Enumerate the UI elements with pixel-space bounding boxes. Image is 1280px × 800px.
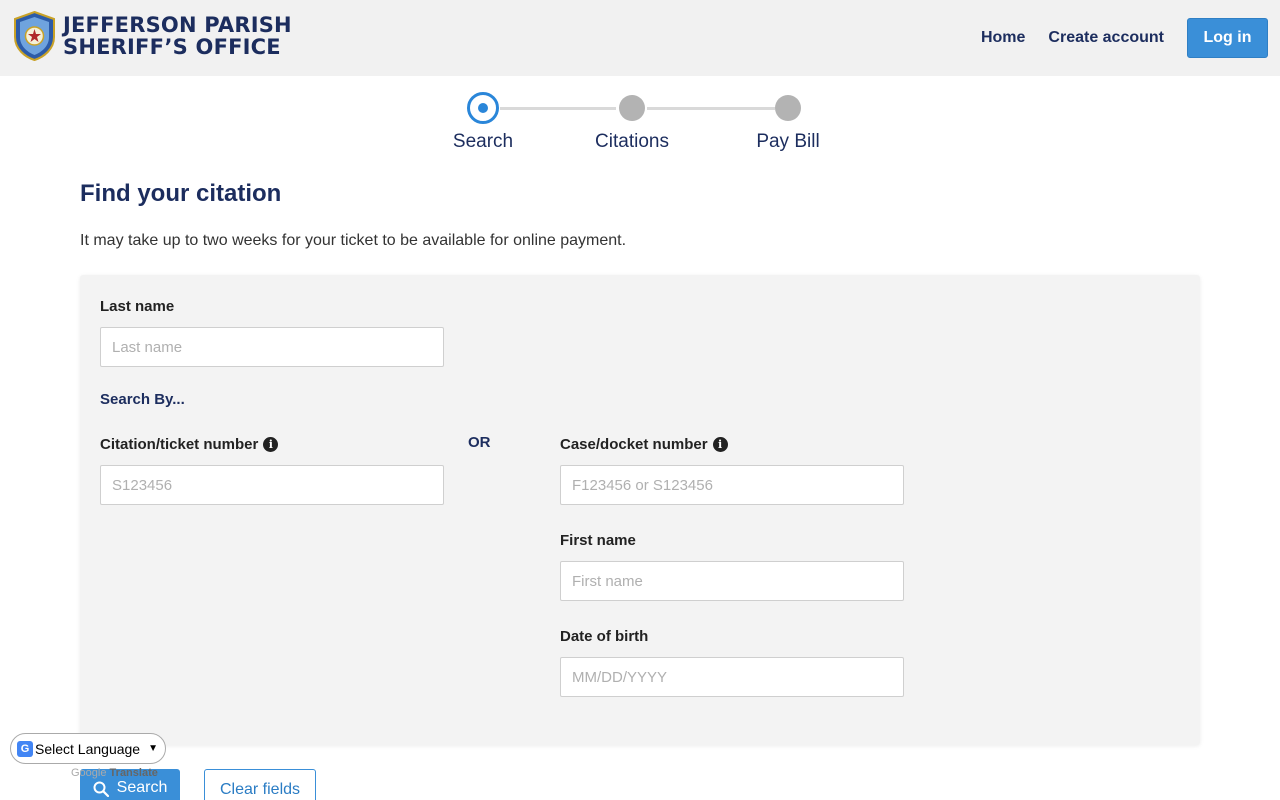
- case-number-label-text: Case/docket number: [560, 436, 708, 453]
- chevron-down-icon: ▼: [148, 743, 158, 754]
- search-button-label: Search: [116, 779, 168, 796]
- last-name-label: Last name: [100, 298, 175, 315]
- step-connector: [647, 107, 775, 110]
- step-citations-indicator: [619, 95, 645, 121]
- language-select-value: Select Language: [35, 740, 141, 757]
- brand-line-2: SHERIFF’S OFFICE: [63, 35, 281, 59]
- step-citations-label: Citations: [595, 131, 669, 152]
- clear-fields-button[interactable]: Clear fields: [204, 769, 316, 800]
- search-icon: [93, 781, 109, 797]
- case-number-input[interactable]: [560, 465, 904, 505]
- dob-input[interactable]: [560, 657, 904, 697]
- step-pay-bill-label: Pay Bill: [756, 131, 820, 152]
- step-connector: [500, 107, 616, 110]
- case-number-label: Case/docket number i: [560, 436, 728, 453]
- nav-create-account-link[interactable]: Create account: [1048, 29, 1164, 47]
- dob-label: Date of birth: [560, 628, 649, 645]
- or-separator: OR: [468, 434, 491, 451]
- google-g-icon: G: [17, 740, 33, 757]
- page-title: Find your citation: [80, 180, 282, 207]
- search-by-heading: Search By...: [100, 391, 185, 408]
- google-logo-text: Google: [71, 767, 107, 779]
- login-button[interactable]: Log in: [1187, 18, 1268, 58]
- step-pay-bill-indicator: [775, 95, 801, 121]
- citation-number-input[interactable]: [100, 465, 444, 505]
- last-name-input[interactable]: [100, 327, 444, 367]
- nav-home-link[interactable]: Home: [981, 29, 1025, 47]
- translate-text: Translate: [109, 767, 158, 779]
- info-icon[interactable]: i: [263, 437, 279, 452]
- site-header: JEFFERSON PARISH SHERIFF’S OFFICE Home C…: [0, 0, 1280, 76]
- citation-number-label-text: Citation/ticket number: [100, 436, 259, 453]
- brand-line-1: JEFFERSON PARISH: [63, 13, 292, 37]
- info-icon[interactable]: i: [712, 437, 728, 452]
- step-search-indicator: [467, 92, 499, 124]
- step-search-label: Search: [452, 131, 514, 152]
- powered-by-google-translate[interactable]: Google Translate: [71, 767, 158, 779]
- first-name-label: First name: [560, 532, 636, 549]
- first-name-input[interactable]: [560, 561, 904, 601]
- language-select[interactable]: G Select Language ▼: [10, 733, 166, 764]
- sheriff-badge-icon[interactable]: [12, 10, 57, 62]
- page-subtitle: It may take up to two weeks for your tic…: [80, 232, 627, 249]
- top-nav: Home Create account Log in: [981, 18, 1268, 58]
- brand-name[interactable]: JEFFERSON PARISH SHERIFF’S OFFICE: [63, 14, 292, 58]
- citation-number-label: Citation/ticket number i: [100, 436, 279, 453]
